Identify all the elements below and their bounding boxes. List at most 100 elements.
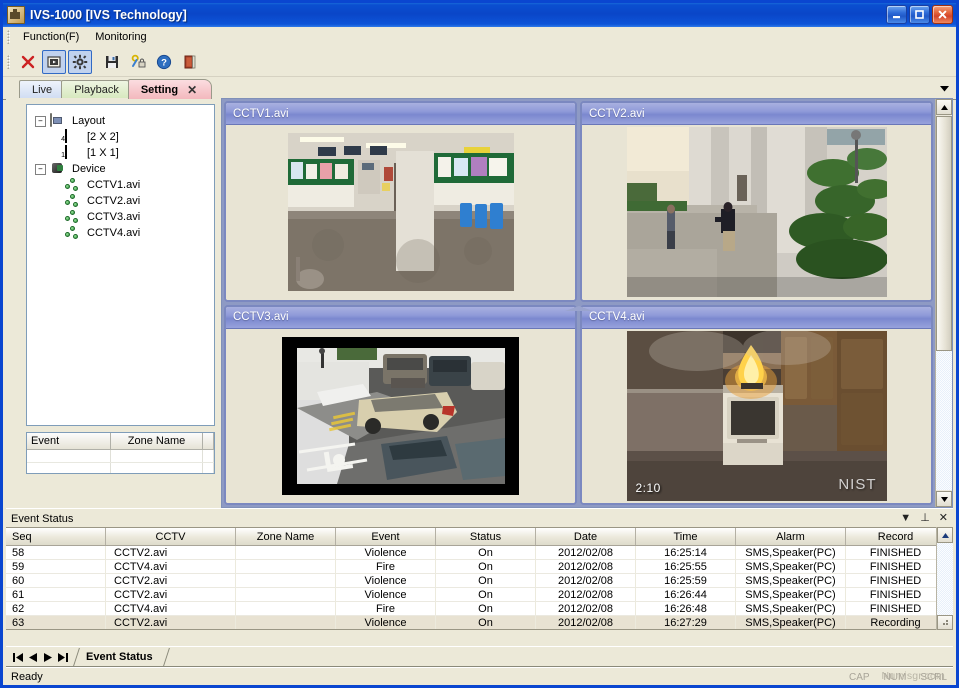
layout-icon [50,112,67,129]
column-header-record[interactable]: Record [846,528,946,545]
table-row[interactable]: 62 CCTV4.avi Fire On 2012/02/08 16:26:48… [6,602,953,616]
tree-node-cctv3[interactable]: CCTV3.avi [35,209,210,225]
tree-node-cctv2[interactable]: CCTV2.avi [35,193,210,209]
next-record-button[interactable] [40,650,55,665]
column-header-zone-name[interactable]: Zone Name [111,433,203,449]
column-header-time[interactable]: Time [636,528,736,545]
minimize-button[interactable] [886,5,907,24]
grid-resize-grip[interactable] [937,615,953,630]
tree-node-cctv1[interactable]: CCTV1.avi [35,177,210,193]
tree-node-layout[interactable]: – Layout [35,112,210,129]
table-row[interactable]: 58 CCTV2.avi Violence On 2012/02/08 16:2… [6,546,953,560]
cell-date: 2012/02/08 [536,560,636,573]
tab-live[interactable]: Live [19,80,68,99]
video-panel-cctv1[interactable]: CCTV1.avi [224,101,577,302]
video-splitter-horizontal[interactable] [222,302,935,311]
video-panel-cctv1-title: CCTV1.avi [226,103,575,125]
video-panel-cctv1-body[interactable] [226,125,575,300]
cell-date: 2012/02/08 [536,616,636,629]
table-row[interactable] [27,463,214,473]
scrollbar-thumb[interactable] [936,116,952,351]
delete-button[interactable] [16,50,40,74]
zone-event-table[interactable]: Event Zone Name [26,432,215,474]
help-button[interactable]: ? [152,50,176,74]
panel-pin-button[interactable]: ⊥ [920,513,930,524]
table-row[interactable]: 63 CCTV2.avi Violence On 2012/02/08 16:2… [6,616,953,629]
cell-record: FINISHED [846,588,946,601]
tab-setting[interactable]: Setting ✕ [127,79,213,100]
event-status-scrollbar[interactable] [936,527,953,630]
tree-node-cctv3-label: CCTV3.avi [87,211,141,223]
left-pane: – Layout 4 [2 X 2] 1 [1 X 1] – Device CC… [6,98,221,508]
tree-node-layout-1x1[interactable]: 1 [1 X 1] [35,144,210,161]
tabstrip-overflow-button[interactable] [936,81,952,97]
cell-event: Fire [336,560,436,573]
device-tree[interactable]: – Layout 4 [2 X 2] 1 [1 X 1] – Device CC… [26,104,215,426]
video-pane-scrollbar[interactable] [935,99,952,507]
video-panel-cctv4-body[interactable]: 2:10 NIST [582,328,931,503]
scroll-up-button[interactable] [936,99,952,115]
tree-expander-layout[interactable]: – [35,115,46,127]
main-tabstrip: Live Playback Setting ✕ [3,77,956,100]
video-panel-cctv3[interactable]: CCTV3.avi [224,304,577,505]
prev-record-button[interactable] [25,650,40,665]
cell-cctv: CCTV2.avi [106,574,236,587]
cell-event [27,463,111,473]
tree-node-1x1-label: [1 X 1] [87,147,119,159]
tree-node-cctv4[interactable]: CCTV4.avi [35,225,210,241]
video-panel-cctv2-body[interactable] [582,125,931,300]
tree-node-layout-2x2[interactable]: 4 [2 X 2] [35,128,210,145]
video-watermark-nist: NIST [838,475,877,493]
cell-time: 16:27:29 [636,616,736,629]
status-indicator-cap: CAP [848,671,870,683]
video-panel-cctv2[interactable]: CCTV2.avi [580,101,933,302]
exit-button[interactable] [178,50,202,74]
floppy-disk-icon [106,56,118,68]
cell-seq: 60 [6,574,106,587]
table-row[interactable] [27,450,214,463]
column-header-cctv[interactable]: CCTV [106,528,236,545]
column-header-alarm[interactable]: Alarm [736,528,846,545]
column-header-zone-name[interactable]: Zone Name [236,528,336,545]
column-header-seq[interactable]: Seq [6,528,106,545]
table-row[interactable]: 60 CCTV2.avi Violence On 2012/02/08 16:2… [6,574,953,588]
toolbar-grip-handle[interactable] [7,55,10,69]
column-header-date[interactable]: Date [536,528,636,545]
maximize-button[interactable] [909,5,930,24]
save-button[interactable] [100,50,124,74]
scroll-down-button[interactable] [936,491,952,507]
column-header-event[interactable]: Event [27,433,111,449]
table-row[interactable]: 61 CCTV2.avi Violence On 2012/02/08 16:2… [6,588,953,602]
menu-item-monitoring[interactable]: Monitoring [87,29,154,45]
event-status-grid[interactable]: Seq CCTV Zone Name Event Status Date Tim… [6,527,953,630]
video-panel-cctv2-title: CCTV2.avi [582,103,931,125]
first-record-icon [12,652,23,662]
panel-close-button[interactable]: ✕ [939,513,948,524]
menu-grip-handle[interactable] [7,30,10,44]
scrollbar-track[interactable] [936,351,952,490]
video-panel-cctv4[interactable]: CCTV4.avi 2:10 NIST [580,304,933,505]
tab-setting-close-icon[interactable]: ✕ [187,80,197,100]
last-record-button[interactable] [55,650,70,665]
panel-dropdown-button[interactable]: ▼ [900,513,911,524]
cell-spacer [203,450,214,462]
tree-node-device[interactable]: – Device [35,161,210,177]
tab-event-status[interactable]: Event Status [76,648,167,666]
video-splitter-grip[interactable] [564,302,593,311]
tree-expander-device[interactable]: – [35,163,46,175]
close-button[interactable] [932,5,953,24]
table-row[interactable]: 59 CCTV4.avi Fire On 2012/02/08 16:25:55… [6,560,953,574]
column-header-event[interactable]: Event [336,528,436,545]
column-header-status[interactable]: Status [436,528,536,545]
first-record-button[interactable] [10,650,25,665]
monitor-view-button[interactable] [42,50,66,74]
settings-button[interactable] [68,50,92,74]
video-panel-cctv3-body[interactable] [226,328,575,503]
tab-playback[interactable]: Playback [61,80,134,99]
cell-alarm: SMS,Speaker(PC) [736,560,846,573]
grid-scroll-up-button[interactable] [937,527,953,543]
menu-item-function[interactable]: Function(F) [15,29,87,45]
svg-text:?: ? [161,58,167,69]
upper-content-row: – Layout 4 [2 X 2] 1 [1 X 1] – Device CC… [6,98,953,508]
key-permission-button[interactable] [126,50,150,74]
